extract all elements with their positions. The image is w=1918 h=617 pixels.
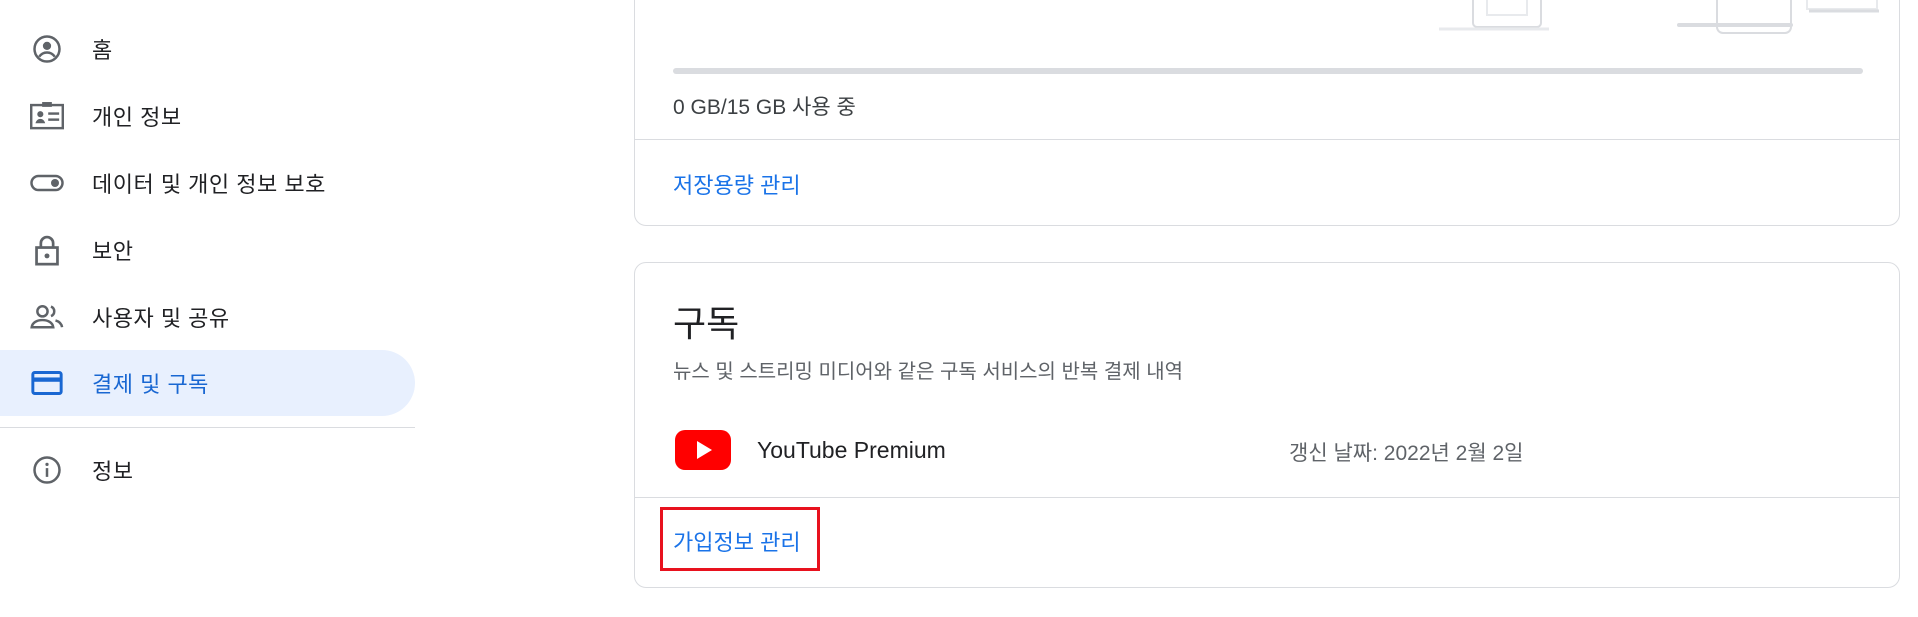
sidebar-item-label: 결제 및 구독 bbox=[92, 372, 209, 397]
sidebar-item-label: 보안 bbox=[92, 239, 134, 264]
youtube-icon bbox=[675, 430, 731, 470]
sidebar-item-label: 사용자 및 공유 bbox=[92, 306, 230, 331]
credit-card-icon bbox=[28, 364, 66, 402]
storage-card: 0 GB/15 GB 사용 중 저장용량 관리 bbox=[634, 0, 1900, 226]
sidebar-item-label: 홈 bbox=[92, 38, 113, 63]
info-icon bbox=[28, 451, 66, 489]
sidebar-divider bbox=[0, 427, 415, 428]
people-icon bbox=[28, 298, 66, 336]
sidebar-item-security[interactable]: 보안 bbox=[0, 217, 415, 283]
sidebar-item-label: 정보 bbox=[92, 459, 134, 484]
sidebar-item-about[interactable]: 정보 bbox=[0, 437, 415, 503]
sidebar-item-home[interactable]: 홈 bbox=[0, 16, 415, 82]
storage-usage-text: 0 GB/15 GB 사용 중 bbox=[673, 96, 856, 119]
manage-storage-link[interactable]: 저장용량 관리 bbox=[673, 168, 801, 200]
subscription-name: YouTube Premium bbox=[757, 437, 946, 463]
subscriptions-card: 구독 뉴스 및 스트리밍 미디어와 같은 구독 서비스의 반복 결제 내역 Yo… bbox=[634, 262, 1900, 588]
toggle-icon bbox=[28, 164, 66, 202]
subscription-renewal-date: 갱신 날짜: 2022년 2월 2일 bbox=[1289, 442, 1524, 465]
subscriptions-title: 구독 bbox=[673, 303, 740, 344]
card-divider bbox=[635, 139, 1899, 140]
account-circle-icon bbox=[28, 30, 66, 68]
id-card-icon bbox=[28, 97, 66, 135]
manage-subscription-link[interactable]: 가입정보 관리 bbox=[673, 525, 801, 557]
subscription-row[interactable]: YouTube Premium 갱신 날짜: 2022년 2월 2일 bbox=[635, 423, 1899, 483]
storage-progress-bar bbox=[673, 68, 1863, 74]
sidebar-item-payments-subscriptions[interactable]: 결제 및 구독 bbox=[0, 350, 415, 416]
sidebar-item-personal-info[interactable]: 개인 정보 bbox=[0, 83, 415, 149]
sidebar-item-data-privacy[interactable]: 데이터 및 개인 정보 보호 bbox=[0, 150, 415, 216]
lock-icon bbox=[28, 231, 66, 269]
sidebar-item-label: 개인 정보 bbox=[92, 105, 182, 130]
subscriptions-description: 뉴스 및 스트리밍 미디어와 같은 구독 서비스의 반복 결제 내역 bbox=[673, 361, 1184, 383]
sidebar: 홈 개인 정보 데이터 및 개인 정보 보호 보안 사용자 및 공유 결제 및 … bbox=[0, 0, 415, 617]
sidebar-item-label: 데이터 및 개인 정보 보호 bbox=[92, 172, 326, 197]
card-divider bbox=[635, 497, 1899, 498]
sidebar-item-people-sharing[interactable]: 사용자 및 공유 bbox=[0, 284, 415, 350]
storage-illustration-icon bbox=[1439, 0, 1879, 34]
